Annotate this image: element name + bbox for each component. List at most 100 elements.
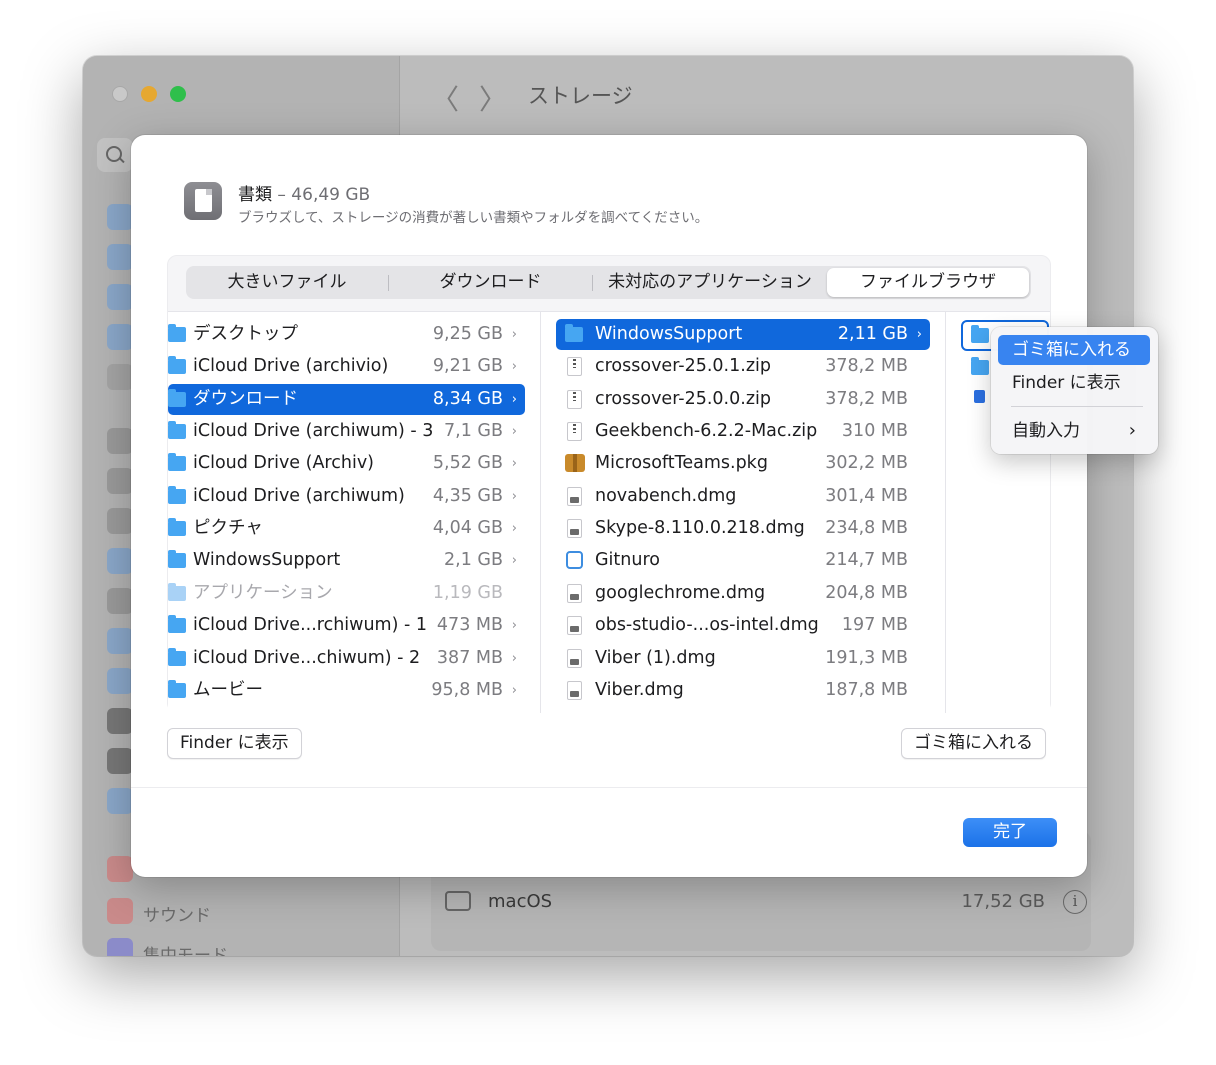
file-row[interactable]: MicrosoftTeams.pkg 302,2 MB — [556, 448, 930, 479]
file-icon[interactable] — [974, 390, 985, 403]
done-button[interactable]: 完了 — [963, 818, 1057, 847]
control-center-icon[interactable] — [107, 588, 133, 614]
document-icon — [184, 182, 222, 220]
folder-row[interactable]: iCloud Drive (archiwum) 4,35 GB › — [168, 481, 525, 512]
folder-icon — [168, 518, 186, 536]
documents-sheet: 書類 – 46,49 GB ブラウズして、ストレージの消費が著しい書類やフォルダ… — [131, 135, 1087, 877]
forward-button[interactable]: 〉 — [479, 78, 507, 118]
tab-file-browser[interactable]: ファイルブラウザ — [827, 268, 1029, 297]
file-row[interactable]: crossover-25.0.0.zip 378,2 MB — [556, 384, 930, 415]
chevron-right-icon: › — [511, 618, 517, 633]
disk-image-icon — [567, 681, 582, 700]
folder-icon[interactable] — [971, 357, 989, 375]
wallpaper-icon[interactable] — [107, 748, 133, 774]
folder-row[interactable]: iCloud Drive (archiwum) - 3 7,1 GB › — [168, 416, 525, 447]
tab-downloads[interactable]: ダウンロード — [389, 266, 592, 299]
chevron-right-icon: › — [511, 424, 517, 439]
macos-size: 17,52 GB — [961, 891, 1045, 912]
folder-row-selected[interactable]: ダウンロード 8,34 GB › — [168, 384, 525, 415]
file-row[interactable]: Geekbench-6.2.2-Mac.zip 310 MB — [556, 416, 930, 447]
file-row[interactable]: novabench.dmg 301,4 MB — [556, 481, 930, 512]
folder-icon — [168, 324, 186, 342]
browser-panel: 大きいファイル ダウンロード 未対応のアプリケーション ファイルブラウザ デスク… — [167, 255, 1051, 713]
file-row-selected[interactable]: WindowsSupport 2,11 GB › — [556, 319, 930, 350]
focus-icon[interactable] — [107, 938, 133, 956]
chevron-right-icon: › — [916, 327, 922, 342]
bluetooth-icon[interactable] — [107, 244, 133, 270]
folder-row[interactable]: WindowsSupport 2,1 GB › — [168, 545, 525, 576]
menu-item-show-in-finder[interactable]: Finder に表示 — [998, 368, 1150, 398]
sheet-subtitle: ブラウズして、ストレージの消費が著しい書類やフォルダを調べてください。 — [238, 210, 709, 226]
siri-icon[interactable] — [107, 788, 133, 814]
file-row[interactable]: Skype-8.110.0.218.dmg 234,8 MB — [556, 513, 930, 544]
folder-icon — [168, 421, 186, 439]
screensaver-icon[interactable] — [107, 708, 133, 734]
general-icon[interactable] — [107, 428, 133, 454]
folder-icon — [168, 583, 186, 601]
folder-icon — [565, 324, 583, 342]
chevron-right-icon: › — [511, 456, 517, 471]
folder-icon — [168, 356, 186, 374]
zoom-button[interactable] — [170, 86, 186, 102]
column-browser: デスクトップ 9,25 GB › iCloud Drive (archivio) 9,… — [168, 311, 1050, 713]
displays-icon[interactable] — [107, 668, 133, 694]
appearance-icon[interactable] — [107, 468, 133, 494]
folder-icon — [168, 453, 186, 471]
folder-row[interactable]: ピクチャ 4,04 GB › — [168, 513, 525, 544]
network-icon[interactable] — [107, 284, 133, 310]
chevron-right-icon: › — [511, 521, 517, 536]
desktop-dock-icon[interactable] — [107, 628, 133, 654]
show-in-finder-button[interactable]: Finder に表示 — [167, 728, 302, 759]
sound-icon[interactable] — [107, 898, 133, 924]
folder-row[interactable]: ムービー 95,8 MB › — [168, 675, 525, 706]
spotlight-icon[interactable] — [107, 508, 133, 534]
move-to-trash-button[interactable]: ゴミ箱に入れる — [901, 728, 1046, 759]
tab-large-files[interactable]: 大きいファイル — [186, 266, 388, 299]
sheet-title: 書類 – 46,49 GB — [238, 180, 370, 205]
folder-row[interactable]: iCloud Drive (archivio) 9,21 GB › — [168, 351, 525, 382]
info-icon[interactable]: i — [1063, 890, 1087, 914]
menu-item-move-to-trash[interactable]: ゴミ箱に入れる — [998, 335, 1150, 365]
folder-row[interactable]: iCloud Drive...chiwum) - 2 387 MB › — [168, 643, 525, 674]
folder-icon — [168, 486, 186, 504]
vpn-icon[interactable] — [107, 324, 133, 350]
close-button[interactable] — [112, 86, 128, 102]
tab-unsupported-apps[interactable]: 未対応のアプリケーション — [593, 266, 827, 299]
laptop-icon — [445, 891, 471, 911]
disk-image-icon — [567, 487, 582, 506]
chevron-right-icon: › — [511, 553, 517, 568]
chevron-right-icon: › — [511, 392, 517, 407]
column-divider — [945, 312, 946, 713]
file-row[interactable]: crossover-25.0.1.zip 378,2 MB — [556, 351, 930, 382]
folder-row[interactable]: iCloud Drive (Archiv) 5,52 GB › — [168, 448, 525, 479]
accessibility-icon[interactable] — [107, 548, 133, 574]
menu-separator — [1011, 406, 1143, 407]
category-name: 書類 — [238, 185, 272, 205]
file-row[interactable]: obs-studio-...os-intel.dmg 197 MB — [556, 610, 930, 641]
battery-icon[interactable] — [107, 364, 133, 390]
chevron-right-icon: › — [511, 651, 517, 666]
back-button[interactable]: 〈 — [431, 78, 459, 118]
sidebar-item-focus[interactable]: 集中モード — [143, 941, 228, 956]
file-row[interactable]: Viber.dmg 187,8 MB — [556, 675, 930, 706]
disk-image-icon — [567, 584, 582, 603]
folder-icon — [168, 389, 186, 407]
chevron-right-icon: › — [511, 359, 517, 374]
file-row[interactable]: Gitnuro 214,7 MB — [556, 545, 930, 576]
package-icon — [565, 454, 585, 472]
sheet-divider — [131, 787, 1087, 788]
folder-row[interactable]: デスクトップ 9,25 GB › — [168, 319, 525, 350]
menu-item-autofill[interactable]: 自動入力 › — [998, 416, 1150, 446]
folder-row[interactable]: iCloud Drive...rchiwum) - 1 473 MB › — [168, 610, 525, 641]
disk-image-icon — [567, 519, 582, 538]
category-size: – 46,49 GB — [277, 185, 371, 205]
sidebar-item-sound[interactable]: サウンド — [143, 901, 211, 926]
disk-image-icon — [567, 649, 582, 668]
file-row[interactable]: googlechrome.dmg 204,8 MB — [556, 578, 930, 609]
wifi-icon[interactable] — [107, 204, 133, 230]
search-icon[interactable] — [97, 138, 133, 172]
folder-icon — [168, 680, 186, 698]
minimize-button[interactable] — [141, 86, 157, 102]
notifications-icon[interactable] — [107, 856, 133, 882]
file-row[interactable]: Viber (1).dmg 191,3 MB — [556, 643, 930, 674]
